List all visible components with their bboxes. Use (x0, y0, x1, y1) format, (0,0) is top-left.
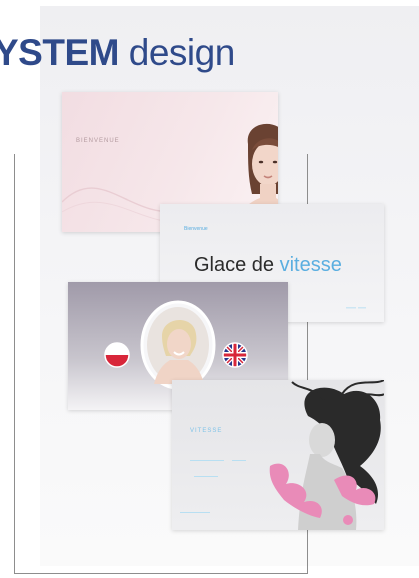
card-caption: VITESSE (190, 428, 223, 434)
card-title-main: Glace de (194, 254, 280, 276)
accent-line (232, 460, 246, 461)
accent-line (190, 460, 224, 461)
card-title: Glace de vitesse (194, 254, 342, 277)
accent-line (194, 476, 218, 477)
card-caption: Bienvenue (184, 226, 208, 232)
woman-flowing-hair-image (269, 380, 384, 530)
accent-line (180, 512, 210, 513)
screen-card-vitesse: VITESSE (172, 380, 384, 530)
poland-flag-icon[interactable] (104, 342, 130, 368)
title-bold: YSTEM (0, 32, 119, 73)
card-title-accent: vitesse (279, 254, 342, 276)
page-title: YSTEM design (0, 32, 235, 74)
dots-decoration (346, 307, 366, 309)
uk-flag-icon[interactable] (222, 342, 248, 368)
card-caption: BIENVENUE (76, 138, 120, 144)
woman-oval-portrait (140, 300, 216, 390)
title-light: design (128, 32, 236, 73)
